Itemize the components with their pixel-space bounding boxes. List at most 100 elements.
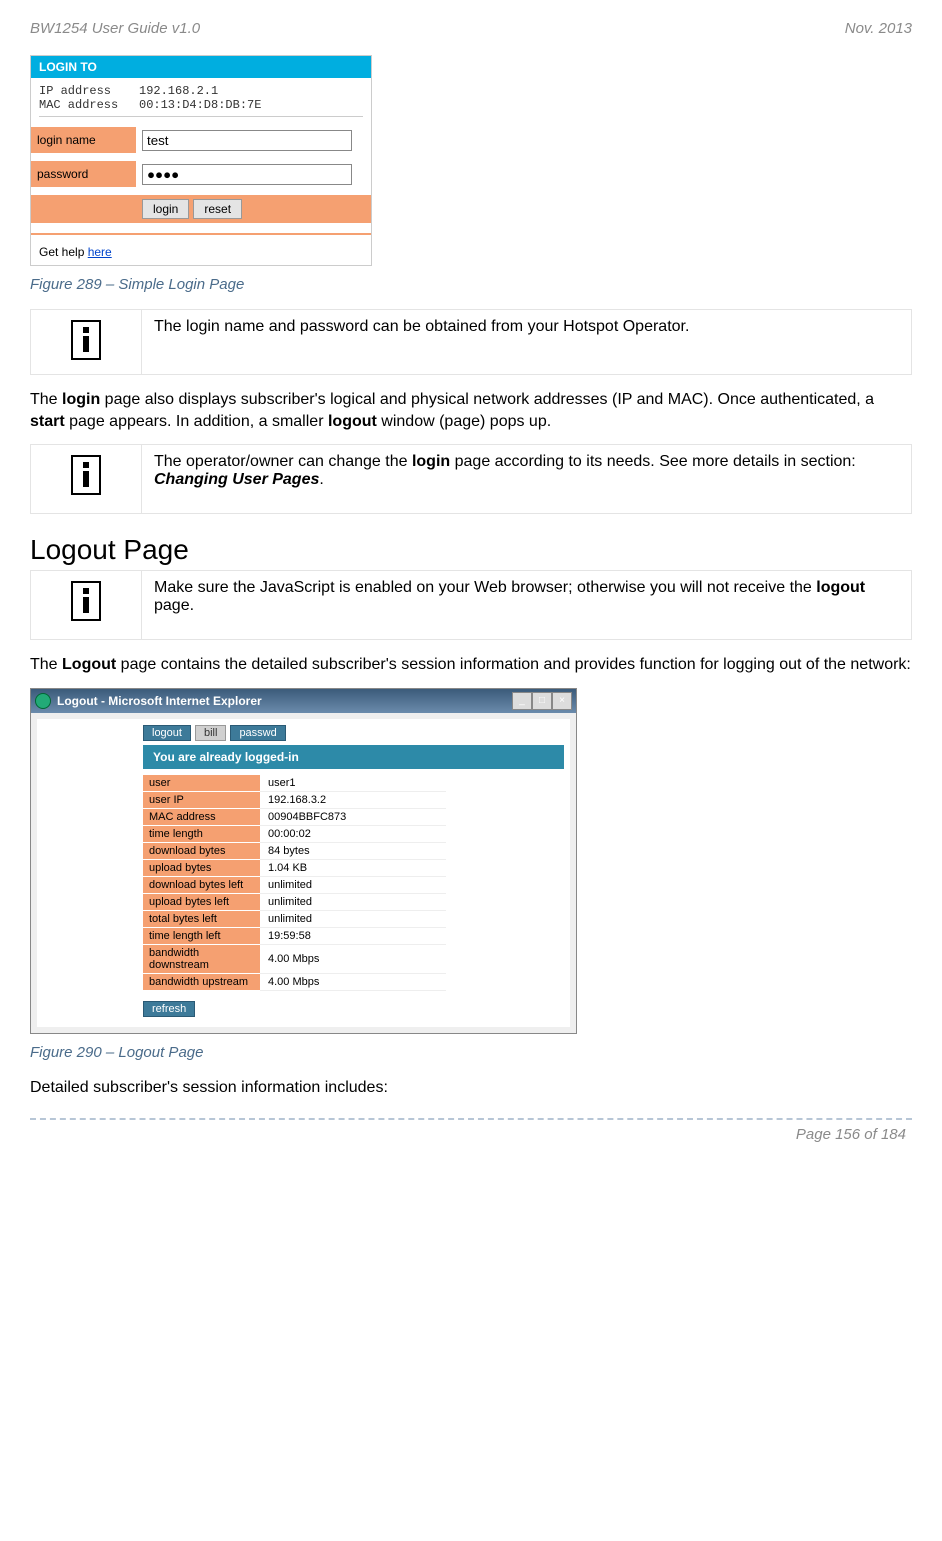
help-link[interactable]: here [88,245,112,259]
login-name-row: login name [31,127,371,153]
ie-globe-icon [35,693,51,709]
session-value: 19:59:58 [260,927,446,944]
button-row-spacer [31,195,136,223]
session-label: bandwidth upstream [143,973,260,990]
session-value: 4.00 Mbps [260,944,446,973]
password-label: password [31,161,136,187]
login-title-bar: LOGIN TO [31,56,371,78]
ib2-d: Changing User Pages [154,471,319,488]
session-value: user1 [260,775,446,792]
table-row: user IP192.168.3.2 [143,791,446,808]
figure-289-caption: Figure 289 – Simple Login Page [30,276,912,293]
session-label: download bytes [143,842,260,859]
button-row: login reset [31,195,371,223]
session-value: 84 bytes [260,842,446,859]
info-box-1: The login name and password can be obtai… [30,309,912,375]
reset-button[interactable]: reset [193,199,242,219]
ib2-a: The operator/owner can change the [154,453,412,470]
session-value: unlimited [260,893,446,910]
tab-logout[interactable]: logout [143,725,191,741]
login-name-label: login name [31,127,136,153]
table-row: download bytes leftunlimited [143,876,446,893]
mac-label: MAC address [39,98,139,112]
address-block: IP address 192.168.2.1 MAC address 00:13… [31,78,371,119]
closing-paragraph: Detailed subscriber's session informatio… [30,1077,912,1099]
session-value: 00904BBFC873 [260,808,446,825]
maximize-button[interactable]: □ [532,692,552,710]
info-icon [71,455,101,495]
session-value: 1.04 KB [260,859,446,876]
page-number: Page 156 of 184 [30,1126,912,1149]
paragraph-logout-page: The Logout page contains the detailed su… [30,654,912,676]
p1-g: window (page) pops up. [377,413,551,430]
tab-bill[interactable]: bill [195,725,226,741]
header-right: Nov. 2013 [845,20,912,37]
ib2-b: login [412,453,450,470]
info-box-3-text: Make sure the JavaScript is enabled on y… [142,571,912,640]
session-label: MAC address [143,808,260,825]
mac-value: 00:13:D4:D8:DB:7E [139,98,261,112]
password-input[interactable] [142,164,352,185]
info-box-2-text: The operator/owner can change the login … [142,445,912,514]
logout-screenshot: Logout - Microsoft Internet Explorer _ □… [30,688,577,1034]
info-box-2: The operator/owner can change the login … [30,444,912,514]
get-help-row: Get help here [31,233,371,265]
info-icon [71,581,101,621]
page-container: BW1254 User Guide v1.0 Nov. 2013 LOGIN T… [0,0,942,1159]
session-label: total bytes left [143,910,260,927]
table-row: upload bytes leftunlimited [143,893,446,910]
info-box-1-text: The login name and password can be obtai… [142,310,912,375]
login-screenshot: LOGIN TO IP address 192.168.2.1 MAC addr… [30,55,372,266]
p1-d: start [30,413,65,430]
table-row: bandwidth downstream4.00 Mbps [143,944,446,973]
p2-b: Logout [62,656,116,673]
p1-c: page also displays subscriber's logical … [100,391,874,408]
p2-a: The [30,656,62,673]
ie-window-title: Logout - Microsoft Internet Explorer [57,694,262,708]
session-label: time length left [143,927,260,944]
p2-c: page contains the detailed subscriber's … [116,656,911,673]
session-label: user [143,775,260,792]
header-left: BW1254 User Guide v1.0 [30,20,200,37]
session-label: upload bytes [143,859,260,876]
table-row: download bytes84 bytes [143,842,446,859]
login-name-input[interactable] [142,130,352,151]
logout-page-heading: Logout Page [30,534,912,566]
figure-290-caption: Figure 290 – Logout Page [30,1044,912,1061]
session-value: unlimited [260,910,446,927]
table-row: upload bytes1.04 KB [143,859,446,876]
table-row: time length00:00:02 [143,825,446,842]
footer-divider [30,1118,912,1120]
paragraph-login-page: The login page also displays subscriber'… [30,389,912,432]
tab-passwd[interactable]: passwd [230,725,285,741]
password-row: password [31,161,371,187]
p1-f: logout [328,413,377,430]
tab-row: logout bill passwd [143,725,564,741]
close-button[interactable]: × [552,692,572,710]
login-button[interactable]: login [142,199,189,219]
running-header: BW1254 User Guide v1.0 Nov. 2013 [30,20,912,37]
session-value: 192.168.3.2 [260,791,446,808]
info-icon [71,320,101,360]
session-value: 00:00:02 [260,825,446,842]
p1-e: page appears. In addition, a smaller [65,413,328,430]
ip-label: IP address [39,84,139,98]
table-row: bandwidth upstream4.00 Mbps [143,973,446,990]
ib3-b: logout [816,579,865,596]
session-value: 4.00 Mbps [260,973,446,990]
session-label: time length [143,825,260,842]
p1-a: The [30,391,62,408]
ib3-c: page. [154,597,194,614]
minimize-button[interactable]: _ [512,692,532,710]
refresh-button[interactable]: refresh [143,1001,195,1017]
logout-body: logout bill passwd You are already logge… [37,719,570,1027]
session-value: unlimited [260,876,446,893]
ip-value: 192.168.2.1 [139,84,218,98]
info-box-3: Make sure the JavaScript is enabled on y… [30,570,912,640]
session-label: download bytes left [143,876,260,893]
table-row: time length left19:59:58 [143,927,446,944]
p1-b: login [62,391,100,408]
ib2-e: . [319,471,323,488]
table-row: useruser1 [143,775,446,792]
session-table: useruser1user IP192.168.3.2MAC address00… [143,775,446,991]
